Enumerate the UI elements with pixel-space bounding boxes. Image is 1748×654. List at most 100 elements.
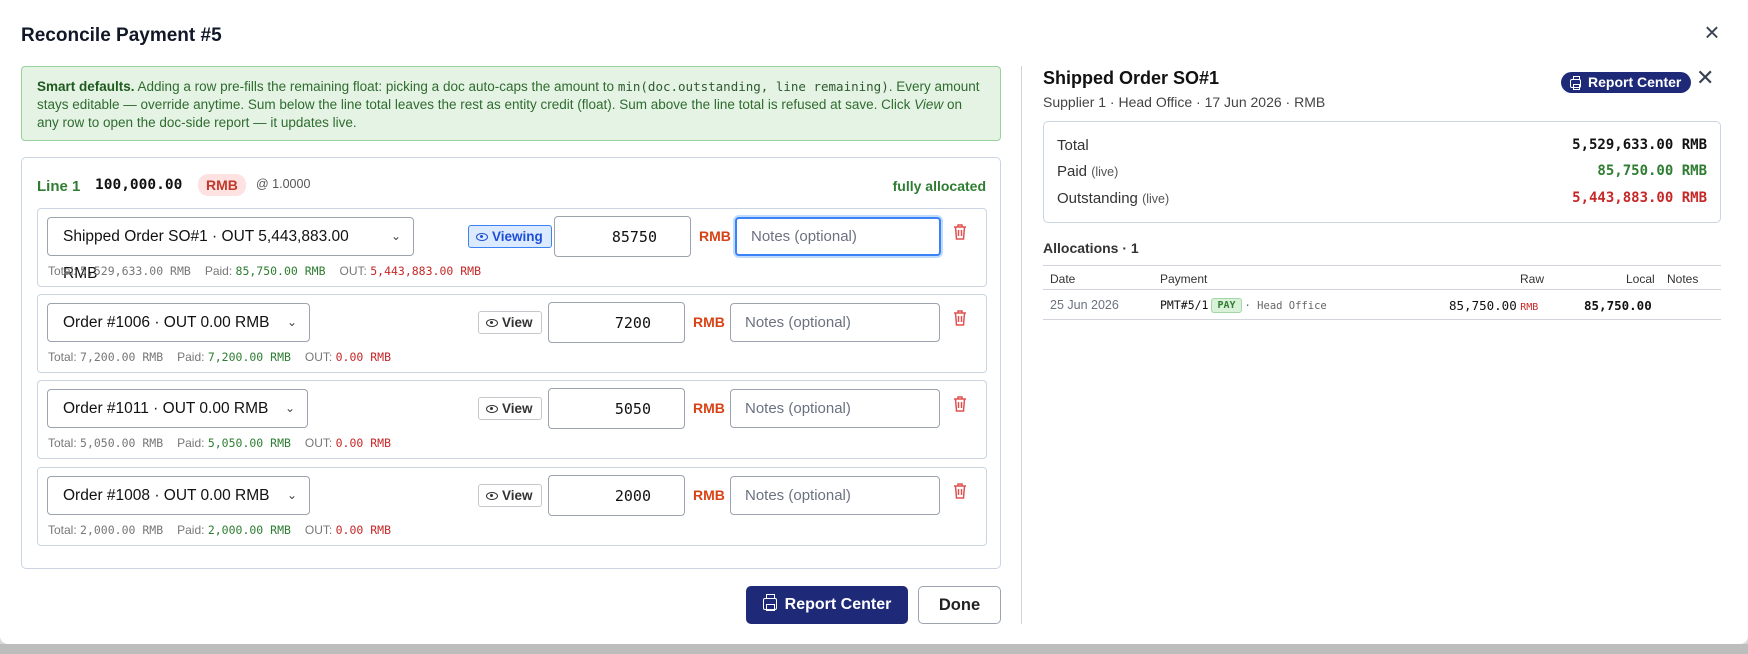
amount-input[interactable] — [554, 216, 691, 257]
report-center-button[interactable]: Report Center — [746, 586, 908, 624]
total-value: 7,200.00 RMB — [80, 350, 164, 364]
row-meta: Total: 7,200.00 RMB Paid: 7,200.00 RMB OUT… — [48, 350, 391, 364]
paid-value: 7,200.00 RMB — [207, 350, 291, 364]
alloc-office: · Head Office — [1244, 300, 1327, 312]
summary-total-label: Total — [1057, 137, 1089, 154]
out-value: 0.00 RMB — [335, 436, 391, 450]
row-currency: RMB — [693, 400, 725, 416]
allocation-row: Shipped Order SO#1 · OUT 5,443,883.00 RM… — [37, 208, 987, 287]
chevron-down-icon: ⌄ — [390, 229, 401, 243]
row-meta: Total: 2,000.00 RMB Paid: 2,000.00 RMB OUT… — [48, 523, 391, 537]
trash-icon[interactable] — [952, 482, 968, 500]
doc-select-label: Order #1011 · OUT 0.00 RMB — [63, 400, 269, 417]
eye-icon — [476, 233, 488, 241]
chevron-down-icon: ⌄ — [286, 488, 297, 502]
table-row[interactable]: 25 Jun 2026 PMT#5/1 PAY · Head Office 85,7… — [1043, 290, 1721, 320]
allocation-row: Order #1008 · OUT 0.00 RMB ⌄ View RMB Tot… — [37, 467, 987, 546]
line-status: fully allocated — [892, 178, 986, 194]
outstanding-label-text: Outstanding — [1057, 190, 1138, 207]
view-button-label: View — [502, 315, 533, 330]
doc-select[interactable]: Shipped Order SO#1 · OUT 5,443,883.00 RM… — [47, 217, 414, 282]
notes-input[interactable] — [735, 217, 941, 256]
printer-icon — [1570, 76, 1581, 90]
total-value: 5,050.00 RMB — [80, 436, 164, 450]
paid-label-text: Paid — [1057, 163, 1088, 180]
column-header-raw: Raw — [1520, 272, 1545, 286]
summary-outstanding-value: 5,443,883.00 RMB — [1572, 190, 1707, 206]
eye-icon — [486, 319, 498, 327]
reconcile-modal: Reconcile Payment #5 × Smart defaults. A… — [0, 0, 1748, 644]
column-header-date: Date — [1050, 272, 1076, 286]
pay-badge: PAY — [1211, 298, 1242, 313]
hint-text-1: Adding a row pre-fills the remaining flo… — [134, 79, 618, 94]
amount-input[interactable] — [548, 475, 685, 516]
doc-select[interactable]: Order #1011 · OUT 0.00 RMB ⌄ — [47, 389, 308, 428]
doc-select[interactable]: Order #1008 · OUT 0.00 RMB ⌄ — [47, 476, 310, 515]
view-button[interactable]: View — [478, 397, 542, 420]
summary-total-row: Total 5,529,633.00 RMB — [1057, 137, 1707, 159]
total-value: 2,000.00 RMB — [80, 523, 164, 537]
amount-input[interactable] — [548, 388, 685, 429]
alloc-payment: PMT#5/1 PAY · Head Office — [1160, 298, 1327, 313]
close-icon[interactable]: × — [1700, 19, 1724, 45]
paid-label: Paid: — [177, 436, 205, 450]
line-label: Line 1 — [37, 178, 81, 195]
alloc-raw: 85,750.00 RMB — [1449, 298, 1538, 313]
smart-defaults-hint: Smart defaults. Adding a row pre-fills t… — [21, 66, 1001, 141]
alloc-local-value: 85,750.00 — [1584, 298, 1652, 313]
doc-panel-subtitle: Supplier 1 · Head Office · 17 Jun 2026 ·… — [1043, 94, 1326, 110]
total-label: Total: — [48, 264, 77, 278]
row-currency: RMB — [693, 487, 725, 503]
view-button[interactable]: View — [478, 311, 542, 334]
total-label: Total: — [48, 436, 77, 450]
doc-select[interactable]: Order #1006 · OUT 0.00 RMB ⌄ — [47, 303, 310, 342]
eye-icon — [486, 405, 498, 413]
printer-icon — [762, 594, 777, 611]
row-currency: RMB — [693, 314, 725, 330]
notes-input[interactable] — [730, 389, 940, 428]
hint-bold: Smart defaults. — [37, 79, 135, 94]
amount-input[interactable] — [548, 302, 685, 343]
row-currency: RMB — [699, 228, 731, 244]
paid-value: 2,000.00 RMB — [207, 523, 291, 537]
row-meta: Total: 5,050.00 RMB Paid: 5,050.00 RMB OUT… — [48, 436, 391, 450]
line-amount: 100,000.00 — [95, 177, 183, 193]
paid-label: Paid: — [177, 350, 205, 364]
doc-summary-card: Total 5,529,633.00 RMB Paid (live) 85,75… — [1043, 121, 1721, 223]
column-header-payment: Payment — [1160, 272, 1208, 286]
doc-select-label: Order #1008 · OUT 0.00 RMB — [63, 487, 270, 504]
notes-input[interactable] — [730, 303, 940, 342]
out-label: OUT: — [304, 436, 333, 450]
trash-icon[interactable] — [952, 309, 968, 327]
out-value: 0.00 RMB — [335, 350, 391, 364]
paid-label: Paid: — [177, 523, 205, 537]
out-label: OUT: — [304, 523, 333, 537]
allocations-table: Date Payment Raw Local Notes 25 Jun 2026… — [1043, 265, 1721, 320]
paid-live-note: (live) — [1091, 165, 1119, 179]
notes-input[interactable] — [730, 476, 940, 515]
done-button[interactable]: Done — [918, 586, 1001, 624]
out-value: 0.00 RMB — [335, 523, 391, 537]
chevron-down-icon: ⌄ — [284, 401, 295, 415]
line-rate: @ 1.0000 — [256, 177, 311, 191]
summary-outstanding-row: Outstanding (live) 5,443,883.00 RMB — [1057, 190, 1707, 212]
summary-paid-value: 85,750.00 RMB — [1597, 163, 1707, 179]
view-button[interactable]: View — [478, 484, 542, 507]
view-button[interactable]: Viewing — [468, 225, 552, 248]
line-currency-badge: RMB — [198, 174, 246, 196]
doc-panel-report-label: Report Center — [1588, 74, 1682, 90]
view-button-label: Viewing — [492, 229, 543, 244]
view-button-label: View — [502, 488, 533, 503]
close-icon[interactable]: ✕ — [1696, 67, 1714, 89]
eye-icon — [486, 492, 498, 500]
report-center-label: Report Center — [784, 596, 892, 613]
modal-title: Reconcile Payment #5 — [21, 25, 222, 46]
trash-icon[interactable] — [952, 395, 968, 413]
alloc-raw-currency: RMB — [1520, 302, 1539, 313]
hint-italic: View — [914, 97, 944, 112]
doc-panel-report-center-button[interactable]: Report Center — [1561, 72, 1692, 93]
chevron-down-icon: ⌄ — [286, 315, 297, 329]
out-label: OUT: — [339, 264, 367, 278]
trash-icon[interactable] — [952, 223, 968, 241]
doc-select-label: Order #1006 · OUT 0.00 RMB — [63, 314, 270, 331]
